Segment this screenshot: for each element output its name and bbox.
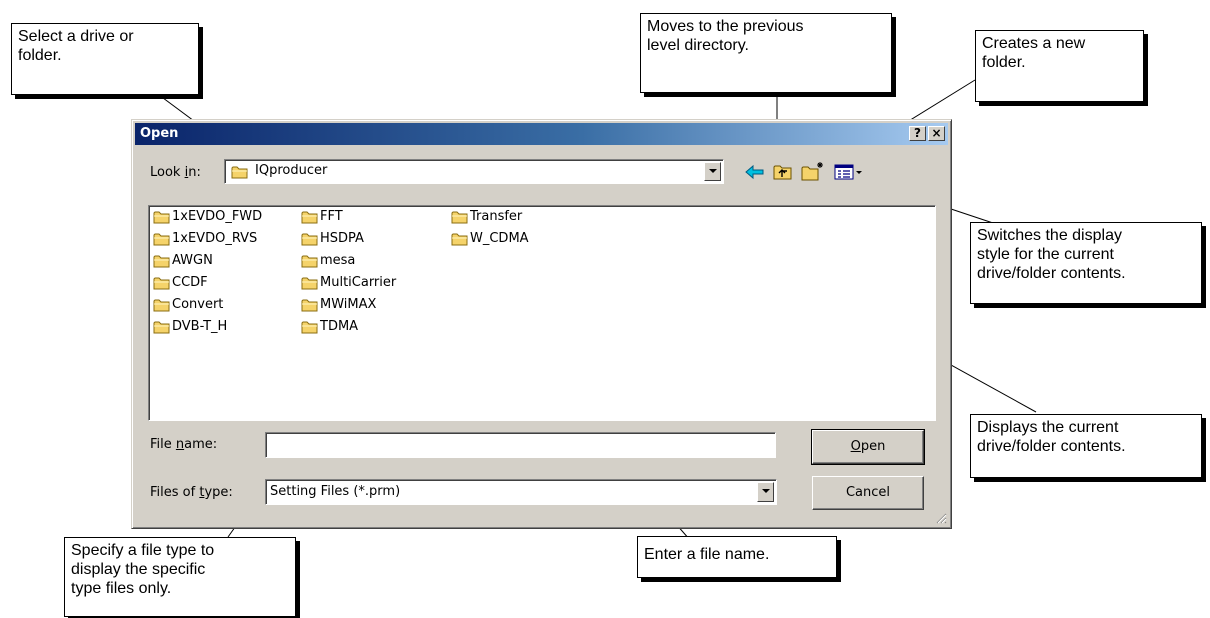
callout-up-level: Moves to the previous level directory. (640, 13, 892, 93)
folder-icon (153, 277, 170, 290)
list-item-label: MWiMAX (320, 297, 377, 312)
folder-icon (301, 255, 318, 268)
callout-up-level-line-1: Moves to the previous (647, 18, 804, 35)
callout-file-type-line-3: type files only. (71, 580, 172, 597)
callout-up-level-line-2: level directory. (647, 37, 749, 54)
folder-icon (301, 233, 318, 246)
back-arrow-icon[interactable] (744, 164, 768, 182)
folder-icon (301, 277, 318, 290)
open-button[interactable]: Open (811, 429, 925, 465)
callout-view-style: Switches the display style for the curre… (970, 222, 1202, 304)
callout-view-style-line-3: drive/folder contents. (977, 265, 1126, 282)
callout-select-drive-line-1: Select a drive or (18, 28, 134, 45)
open-dialog: Open ? × Look in: IQproducer 1xEVDO_FWD … (131, 119, 952, 529)
files-of-type-value: Setting Files (*.prm) (270, 484, 401, 499)
file-list[interactable]: 1xEVDO_FWD 1xEVDO_RVS AWGN CCDF Convert DVB-T… (148, 205, 936, 421)
look-in-dropdown[interactable]: IQproducer (224, 159, 724, 184)
folder-icon (153, 321, 170, 334)
look-in-dropdown-button[interactable] (704, 162, 721, 181)
callout-view-style-line-2: style for the current (977, 246, 1114, 263)
list-item-label: 1xEVDO_RVS (172, 231, 258, 246)
callout-file-type-line-1: Specify a file type to (71, 542, 215, 559)
list-item-label: Transfer (470, 209, 523, 224)
folder-icon (301, 321, 318, 334)
list-item-label: Convert (172, 297, 224, 312)
callout-file-type: Specify a file type to display the speci… (64, 537, 296, 617)
callout-view-style-line-1: Switches the display (977, 227, 1122, 244)
view-menu-icon[interactable] (833, 163, 865, 183)
list-item-label: HSDPA (320, 231, 364, 246)
callout-select-drive-line-2: folder. (18, 47, 62, 64)
folder-icon (301, 299, 318, 312)
new-folder-icon[interactable] (800, 160, 826, 184)
list-item-label: FFT (320, 209, 343, 224)
folder-icon (451, 233, 468, 246)
callout-file-name-line-1: Enter a file name. (644, 546, 770, 563)
resize-grip-icon[interactable] (935, 512, 947, 524)
list-item-label: MultiCarrier (320, 275, 397, 290)
callout-contents-line-2: drive/folder contents. (977, 438, 1126, 455)
callout-file-type-line-2: display the specific (71, 561, 206, 578)
folder-icon (153, 211, 170, 224)
list-item-label: DVB-T_H (172, 319, 228, 334)
folder-icon (301, 211, 318, 224)
up-one-level-icon[interactable] (772, 163, 796, 183)
list-item-label: W_CDMA (470, 231, 529, 246)
list-item-label: CCDF (172, 275, 208, 290)
title-bar[interactable]: Open ? × (135, 123, 948, 145)
dialog-title: Open (140, 126, 179, 141)
callout-select-drive: Select a drive or folder. (11, 23, 199, 95)
folder-icon (153, 299, 170, 312)
list-item-label: 1xEVDO_FWD (172, 209, 263, 224)
list-item-label: mesa (320, 253, 356, 268)
folder-icon (231, 166, 248, 179)
callout-contents-line-1: Displays the current (977, 419, 1119, 436)
look-in-value: IQproducer (255, 163, 328, 178)
help-button[interactable]: ? (909, 126, 926, 141)
files-of-type-label: Files of type: (150, 485, 233, 500)
folder-icon (451, 211, 468, 224)
folder-icon (153, 255, 170, 268)
callout-new-folder-line-2: folder. (982, 54, 1026, 71)
file-name-label: File name: (150, 437, 218, 452)
callout-new-folder: Creates a new folder. (975, 30, 1144, 102)
files-of-type-dropdown-button[interactable] (757, 482, 774, 502)
callout-contents: Displays the current drive/folder conten… (970, 414, 1202, 478)
callout-file-name: Enter a file name. (637, 536, 837, 578)
files-of-type-dropdown[interactable]: Setting Files (*.prm) (265, 479, 777, 505)
folder-icon (153, 233, 170, 246)
cancel-button[interactable]: Cancel (812, 476, 924, 510)
file-name-input[interactable] (265, 432, 776, 458)
callout-new-folder-line-1: Creates a new (982, 35, 1086, 52)
close-button[interactable]: × (928, 126, 945, 141)
list-item-label: TDMA (320, 319, 359, 334)
look-in-label: Look in: (150, 165, 201, 180)
list-item-label: AWGN (172, 253, 213, 268)
